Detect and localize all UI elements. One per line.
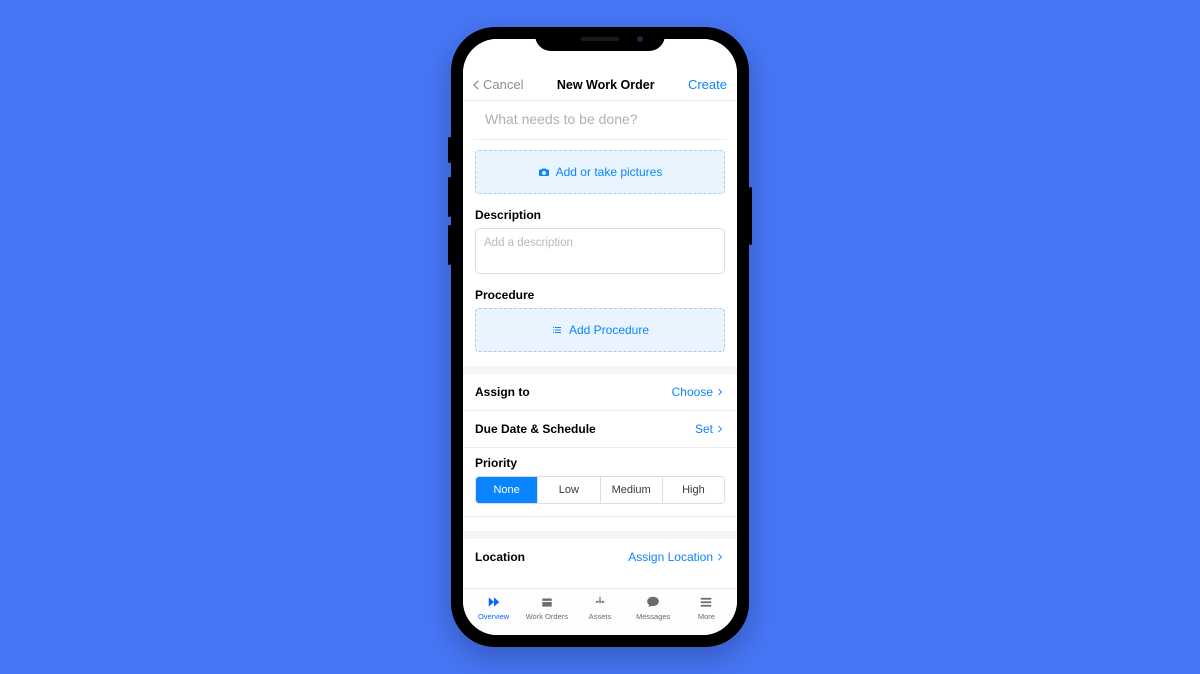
tab-assets[interactable]: Assets — [573, 595, 626, 621]
add-pictures-label: Add or take pictures — [556, 165, 663, 179]
create-button[interactable]: Create — [688, 77, 727, 92]
assign-to-action: Choose — [672, 385, 725, 399]
description-input[interactable]: Add a description — [475, 228, 725, 274]
location-row[interactable]: Location Assign Location — [463, 539, 737, 575]
page-title: New Work Order — [557, 78, 655, 92]
due-date-label: Due Date & Schedule — [475, 422, 596, 436]
assign-to-row[interactable]: Assign to Choose — [463, 374, 737, 411]
messages-icon — [644, 595, 662, 609]
priority-high[interactable]: High — [663, 477, 724, 503]
work-orders-icon — [538, 595, 556, 609]
tab-overview[interactable]: Overview — [467, 595, 520, 621]
phone-button — [448, 225, 451, 265]
description-label: Description — [475, 208, 725, 222]
location-action: Assign Location — [628, 550, 725, 564]
tab-label: Assets — [589, 612, 612, 621]
phone-notch — [535, 27, 665, 51]
cancel-button[interactable]: Cancel — [469, 77, 523, 92]
location-label: Location — [475, 550, 525, 564]
assign-to-action-label: Choose — [672, 385, 713, 399]
procedure-label: Procedure — [475, 288, 725, 302]
tab-more[interactable]: More — [680, 595, 733, 621]
tab-work-orders[interactable]: Work Orders — [520, 595, 573, 621]
chevron-right-icon — [715, 424, 725, 434]
priority-label: Priority — [475, 456, 725, 470]
tab-label: Messages — [636, 612, 670, 621]
content: Cancel New Work Order Create What needs … — [463, 39, 737, 588]
due-date-action-label: Set — [695, 422, 713, 436]
priority-section: Priority None Low Medium High — [463, 448, 737, 517]
priority-low[interactable]: Low — [538, 477, 600, 503]
pictures-section: Add or take pictures Description Add a d… — [463, 140, 737, 352]
location-action-label: Assign Location — [628, 550, 713, 564]
tab-label: Work Orders — [526, 612, 568, 621]
title-input[interactable]: What needs to be done? — [473, 101, 727, 140]
priority-segmented: None Low Medium High — [475, 476, 725, 504]
divider — [463, 531, 737, 539]
tab-label: Overview — [478, 612, 509, 621]
add-procedure-label: Add Procedure — [569, 323, 649, 337]
priority-medium[interactable]: Medium — [601, 477, 663, 503]
tab-label: More — [698, 612, 715, 621]
due-date-action: Set — [695, 422, 725, 436]
chevron-left-icon — [469, 78, 483, 92]
priority-none[interactable]: None — [476, 477, 538, 503]
phone-button — [749, 187, 752, 245]
phone-button — [448, 137, 451, 163]
cancel-label: Cancel — [483, 77, 523, 92]
camera-icon — [538, 166, 550, 178]
list-icon — [551, 324, 563, 336]
add-pictures-button[interactable]: Add or take pictures — [475, 150, 725, 194]
add-procedure-button[interactable]: Add Procedure — [475, 308, 725, 352]
chevron-right-icon — [715, 552, 725, 562]
divider — [463, 366, 737, 374]
app-screen: Cancel New Work Order Create What needs … — [463, 39, 737, 635]
overview-icon — [485, 595, 503, 609]
phone-button — [448, 177, 451, 217]
tab-bar: Overview Work Orders Assets Messages — [463, 588, 737, 635]
tab-messages[interactable]: Messages — [627, 595, 680, 621]
more-icon — [697, 595, 715, 609]
nav-header: Cancel New Work Order Create — [463, 71, 737, 101]
chevron-right-icon — [715, 387, 725, 397]
assign-to-label: Assign to — [475, 385, 530, 399]
assets-icon — [591, 595, 609, 609]
due-date-row[interactable]: Due Date & Schedule Set — [463, 411, 737, 448]
phone-frame: Cancel New Work Order Create What needs … — [451, 27, 749, 647]
